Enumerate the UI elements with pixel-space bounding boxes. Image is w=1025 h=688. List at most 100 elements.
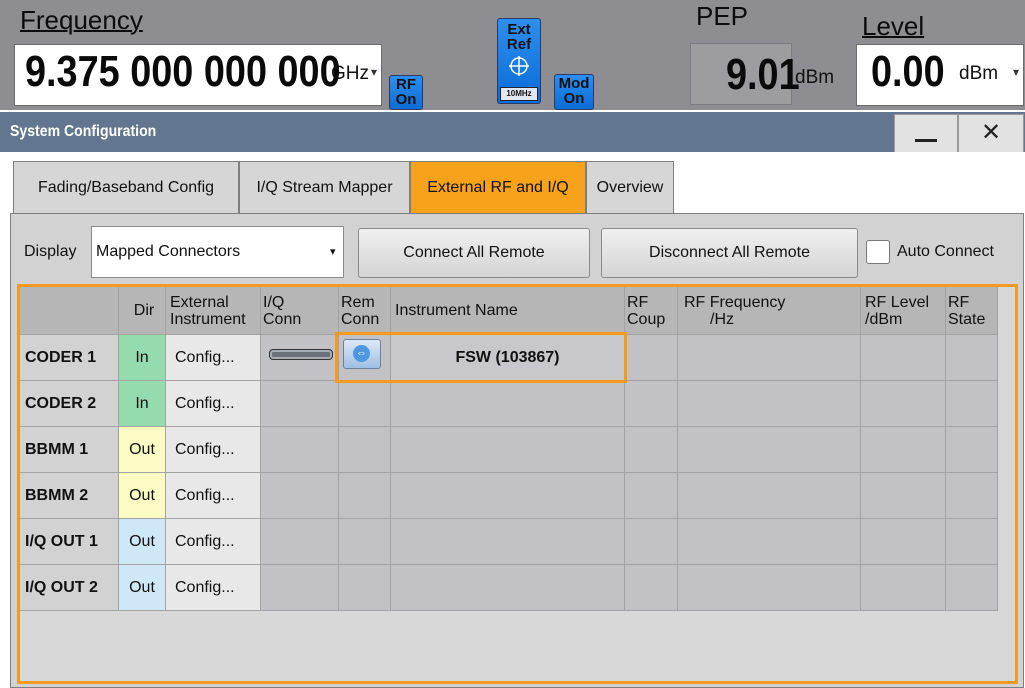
- column-header-rem-conn: Rem Conn: [339, 287, 391, 335]
- iq-conn-cell: [261, 473, 339, 519]
- instrument-name-cell[interactable]: [391, 427, 625, 473]
- minimize-button[interactable]: [894, 114, 958, 154]
- ext-ref-button[interactable]: Ext Ref 10MHz: [497, 18, 541, 104]
- instrument-name-cell[interactable]: [391, 519, 625, 565]
- instrument-name-cell[interactable]: FSW (103867): [391, 335, 625, 381]
- column-rf-state-cell: [946, 519, 998, 565]
- column-rf-state-cell: [946, 427, 998, 473]
- window-title: System Configuration: [10, 123, 157, 140]
- iq-conn-cell: [261, 565, 339, 611]
- iq-conn-cell: [261, 427, 339, 473]
- column-rf-frequency-cell: [678, 519, 861, 565]
- column-header-text: Dir: [130, 302, 154, 319]
- tab-iq-stream-mapper[interactable]: I/Q Stream Mapper: [239, 161, 410, 214]
- frequency-label[interactable]: Frequency: [20, 6, 143, 34]
- column-header-corner: [20, 287, 119, 335]
- config-button[interactable]: Config...: [166, 565, 261, 611]
- config-button[interactable]: Config...: [166, 519, 261, 565]
- column-rf-level-cell: [861, 473, 946, 519]
- iq-conn-cell: [261, 519, 339, 565]
- tab-fading-baseband-config[interactable]: Fading/Baseband Config: [13, 161, 239, 214]
- direction-cell: Out: [119, 565, 166, 611]
- disconnect-all-remote-button[interactable]: Disconnect All Remote: [601, 228, 858, 278]
- column-header-text: RF State: [946, 294, 985, 328]
- level-value: 0.00: [871, 47, 945, 96]
- display-select[interactable]: Mapped Connectors ▾: [91, 226, 344, 278]
- column-rf-coup-cell: [625, 565, 678, 611]
- column-header-instrument-name: Instrument Name: [391, 287, 625, 335]
- config-button[interactable]: Config...: [166, 427, 261, 473]
- column-header-text: Rem Conn: [339, 294, 379, 328]
- frequency-unit: GHz: [331, 63, 369, 84]
- instrument-name-cell[interactable]: [391, 381, 625, 427]
- column-header-line: Coup: [627, 310, 666, 328]
- instrument-name-cell[interactable]: [391, 473, 625, 519]
- iq-conn-cell: [261, 381, 339, 427]
- tab-label: Overview: [596, 179, 664, 196]
- column-header-line: Conn: [263, 310, 302, 328]
- row-label: I/Q OUT 2: [20, 565, 119, 611]
- config-button[interactable]: Config...: [166, 335, 261, 381]
- mod-on-line1: Mod: [558, 75, 590, 92]
- column-rf-level-cell: [861, 565, 946, 611]
- rem-conn-cell: [339, 473, 391, 519]
- rf-on-button[interactable]: RF On: [389, 75, 423, 110]
- column-rf-frequency-cell: [678, 427, 861, 473]
- iq-conn-cell[interactable]: [261, 335, 339, 381]
- column-rf-state-cell: [946, 473, 998, 519]
- column-header-text: Instrument Name: [391, 302, 518, 319]
- close-button[interactable]: ✕: [958, 114, 1024, 154]
- config-button[interactable]: Config...: [166, 381, 261, 427]
- column-rf-coup-cell: [625, 335, 678, 381]
- column-header-line: Instrument: [170, 310, 246, 328]
- column-rf-coup-cell: [625, 427, 678, 473]
- column-header-rf-state: RF State: [946, 287, 998, 335]
- column-rf-level-cell: [861, 335, 946, 381]
- column-header-line: Conn: [341, 310, 380, 328]
- column-header-line: Rem: [341, 293, 375, 311]
- tab-overview[interactable]: Overview: [586, 161, 674, 214]
- rf-on-line1: RF: [396, 76, 416, 93]
- column-rf-state-cell: [946, 381, 998, 427]
- remote-connect-button[interactable]: ⇔: [343, 339, 381, 369]
- level-unit-dropdown-icon[interactable]: ▾: [1013, 65, 1019, 79]
- rf-on-line2: On: [395, 91, 417, 108]
- column-rf-level-cell: [861, 381, 946, 427]
- column-rf-coup-cell: [625, 473, 678, 519]
- status-header: Frequency 9.375 000 000 000 GHz ▾ RF On …: [0, 0, 1025, 110]
- level-field[interactable]: 0.00 dBm ▾: [856, 44, 1024, 106]
- tab-label: External RF and I/Q: [427, 179, 569, 196]
- pep-label: PEP: [696, 1, 749, 31]
- direction-cell: Out: [119, 427, 166, 473]
- level-label[interactable]: Level: [862, 12, 924, 40]
- column-header-text: RF Level/dBm: [861, 294, 929, 328]
- config-button[interactable]: Config...: [166, 473, 261, 519]
- connect-all-remote-button[interactable]: Connect All Remote: [358, 228, 590, 278]
- column-rf-frequency-cell: [678, 473, 861, 519]
- row-label: I/Q OUT 1: [20, 519, 119, 565]
- rem-conn-cell: [339, 519, 391, 565]
- tab-label: Fading/Baseband Config: [37, 179, 215, 196]
- auto-connect-label[interactable]: Auto Connect: [897, 243, 994, 261]
- column-rf-level-cell: [861, 519, 946, 565]
- direction-cell: In: [119, 335, 166, 381]
- tab-external-rf-and-iq[interactable]: External RF and I/Q: [410, 161, 586, 214]
- mod-on-button[interactable]: Mod On: [554, 74, 594, 110]
- rem-conn-cell: [339, 427, 391, 473]
- rem-conn-cell[interactable]: ⇔: [339, 335, 391, 381]
- column-header-rf-level: RF Level/dBm: [861, 287, 946, 335]
- pep-unit: dBm: [795, 67, 835, 88]
- chevron-down-icon: ▾: [330, 246, 336, 258]
- row-label: CODER 1: [20, 335, 119, 381]
- column-header-text: External Instrument: [166, 294, 246, 328]
- frequency-unit-dropdown-icon[interactable]: ▾: [371, 65, 377, 79]
- reference-clock-icon: [509, 56, 529, 76]
- column-header-line: RF: [948, 293, 970, 311]
- iq-connector-icon[interactable]: [269, 349, 333, 360]
- instrument-name-cell[interactable]: [391, 565, 625, 611]
- mod-on-line2: On: [563, 90, 585, 107]
- minimize-icon: [915, 139, 937, 142]
- auto-connect-checkbox[interactable]: [866, 240, 890, 264]
- frequency-field[interactable]: 9.375 000 000 000 GHz ▾: [14, 44, 382, 106]
- column-rf-frequency-cell: [678, 335, 861, 381]
